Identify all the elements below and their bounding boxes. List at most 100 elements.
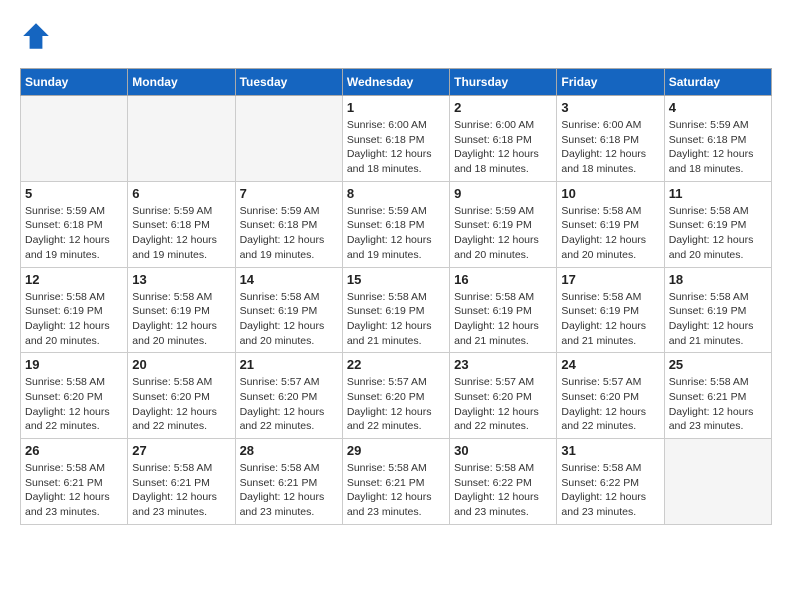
calendar-header-friday: Friday bbox=[557, 69, 664, 96]
day-number: 25 bbox=[669, 357, 767, 372]
calendar-header-thursday: Thursday bbox=[450, 69, 557, 96]
day-number: 8 bbox=[347, 186, 445, 201]
day-number: 27 bbox=[132, 443, 230, 458]
day-number: 26 bbox=[25, 443, 123, 458]
calendar-header-tuesday: Tuesday bbox=[235, 69, 342, 96]
day-info: Sunrise: 5:57 AM Sunset: 6:20 PM Dayligh… bbox=[454, 375, 552, 434]
day-number: 20 bbox=[132, 357, 230, 372]
day-info: Sunrise: 5:59 AM Sunset: 6:18 PM Dayligh… bbox=[347, 204, 445, 263]
day-info: Sunrise: 5:58 AM Sunset: 6:22 PM Dayligh… bbox=[454, 461, 552, 520]
day-number: 22 bbox=[347, 357, 445, 372]
day-info: Sunrise: 5:58 AM Sunset: 6:21 PM Dayligh… bbox=[132, 461, 230, 520]
day-number: 13 bbox=[132, 272, 230, 287]
day-info: Sunrise: 5:58 AM Sunset: 6:21 PM Dayligh… bbox=[25, 461, 123, 520]
day-info: Sunrise: 5:58 AM Sunset: 6:19 PM Dayligh… bbox=[561, 290, 659, 349]
calendar-cell bbox=[664, 439, 771, 525]
calendar-cell: 3 Sunrise: 6:00 AM Sunset: 6:18 PM Daylig… bbox=[557, 96, 664, 182]
day-number: 29 bbox=[347, 443, 445, 458]
day-info: Sunrise: 5:57 AM Sunset: 6:20 PM Dayligh… bbox=[240, 375, 338, 434]
day-number: 30 bbox=[454, 443, 552, 458]
calendar-cell: 27 Sunrise: 5:58 AM Sunset: 6:21 PM Dayli… bbox=[128, 439, 235, 525]
calendar-header-saturday: Saturday bbox=[664, 69, 771, 96]
calendar-cell: 6Sunrise: 5:59 AM Sunset: 6:18 PM Daylig… bbox=[128, 181, 235, 267]
day-info: Sunrise: 5:58 AM Sunset: 6:21 PM Dayligh… bbox=[347, 461, 445, 520]
calendar-cell: 24Sunrise: 5:57 AM Sunset: 6:20 PM Dayli… bbox=[557, 353, 664, 439]
calendar-cell: 18Sunrise: 5:58 AM Sunset: 6:19 PM Dayli… bbox=[664, 267, 771, 353]
day-number: 5 bbox=[25, 186, 123, 201]
calendar-week-row: 5 Sunrise: 5:59 AM Sunset: 6:18 PM Daylig… bbox=[21, 181, 772, 267]
calendar-cell bbox=[21, 96, 128, 182]
calendar-cell: 13 Sunrise: 5:58 AM Sunset: 6:19 PM Dayli… bbox=[128, 267, 235, 353]
day-number: 4 bbox=[669, 100, 767, 115]
day-info: Sunrise: 5:58 AM Sunset: 6:19 PM Dayligh… bbox=[25, 290, 123, 349]
day-number: 14 bbox=[240, 272, 338, 287]
calendar-cell: 21 Sunrise: 5:57 AM Sunset: 6:20 PM Dayli… bbox=[235, 353, 342, 439]
day-info: Sunrise: 5:58 AM Sunset: 6:22 PM Dayligh… bbox=[561, 461, 659, 520]
day-number: 15 bbox=[347, 272, 445, 287]
day-info: Sunrise: 5:58 AM Sunset: 6:21 PM Dayligh… bbox=[240, 461, 338, 520]
calendar-header-wednesday: Wednesday bbox=[342, 69, 449, 96]
day-info: Sunrise: 5:58 AM Sunset: 6:19 PM Dayligh… bbox=[347, 290, 445, 349]
day-number: 9 bbox=[454, 186, 552, 201]
calendar-cell: 31 Sunrise: 5:58 AM Sunset: 6:22 PM Dayli… bbox=[557, 439, 664, 525]
calendar-cell: 5 Sunrise: 5:59 AM Sunset: 6:18 PM Daylig… bbox=[21, 181, 128, 267]
calendar-cell: 14 Sunrise: 5:58 AM Sunset: 6:19 PM Dayli… bbox=[235, 267, 342, 353]
page-header bbox=[20, 20, 772, 52]
calendar-week-row: 19 Sunrise: 5:58 AM Sunset: 6:20 PM Dayli… bbox=[21, 353, 772, 439]
day-number: 12 bbox=[25, 272, 123, 287]
logo bbox=[20, 20, 56, 52]
day-info: Sunrise: 5:59 AM Sunset: 6:18 PM Dayligh… bbox=[669, 118, 767, 177]
calendar-cell: 8 Sunrise: 5:59 AM Sunset: 6:18 PM Daylig… bbox=[342, 181, 449, 267]
day-info: Sunrise: 5:58 AM Sunset: 6:19 PM Dayligh… bbox=[454, 290, 552, 349]
day-info: Sunrise: 5:59 AM Sunset: 6:18 PM Dayligh… bbox=[240, 204, 338, 263]
calendar-week-row: 1Sunrise: 6:00 AM Sunset: 6:18 PM Daylig… bbox=[21, 96, 772, 182]
day-info: Sunrise: 5:58 AM Sunset: 6:20 PM Dayligh… bbox=[25, 375, 123, 434]
calendar-header-row: SundayMondayTuesdayWednesdayThursdayFrid… bbox=[21, 69, 772, 96]
calendar-cell: 15 Sunrise: 5:58 AM Sunset: 6:19 PM Dayli… bbox=[342, 267, 449, 353]
day-info: Sunrise: 5:58 AM Sunset: 6:19 PM Dayligh… bbox=[240, 290, 338, 349]
calendar-week-row: 12 Sunrise: 5:58 AM Sunset: 6:19 PM Dayli… bbox=[21, 267, 772, 353]
day-number: 21 bbox=[240, 357, 338, 372]
calendar-table: SundayMondayTuesdayWednesdayThursdayFrid… bbox=[20, 68, 772, 525]
calendar-week-row: 26 Sunrise: 5:58 AM Sunset: 6:21 PM Dayli… bbox=[21, 439, 772, 525]
calendar-header-sunday: Sunday bbox=[21, 69, 128, 96]
calendar-cell: 29 Sunrise: 5:58 AM Sunset: 6:21 PM Dayli… bbox=[342, 439, 449, 525]
day-info: Sunrise: 5:57 AM Sunset: 6:20 PM Dayligh… bbox=[347, 375, 445, 434]
day-number: 16 bbox=[454, 272, 552, 287]
calendar-cell bbox=[128, 96, 235, 182]
day-number: 3 bbox=[561, 100, 659, 115]
day-info: Sunrise: 5:59 AM Sunset: 6:18 PM Dayligh… bbox=[25, 204, 123, 263]
day-number: 10 bbox=[561, 186, 659, 201]
calendar-cell: 1Sunrise: 6:00 AM Sunset: 6:18 PM Daylig… bbox=[342, 96, 449, 182]
day-number: 28 bbox=[240, 443, 338, 458]
calendar-cell: 20 Sunrise: 5:58 AM Sunset: 6:20 PM Dayli… bbox=[128, 353, 235, 439]
day-info: Sunrise: 5:58 AM Sunset: 6:19 PM Dayligh… bbox=[561, 204, 659, 263]
calendar-cell: 17 Sunrise: 5:58 AM Sunset: 6:19 PM Dayli… bbox=[557, 267, 664, 353]
day-info: Sunrise: 6:00 AM Sunset: 6:18 PM Dayligh… bbox=[347, 118, 445, 177]
day-number: 24 bbox=[561, 357, 659, 372]
day-info: Sunrise: 5:58 AM Sunset: 6:20 PM Dayligh… bbox=[132, 375, 230, 434]
calendar-cell: 19 Sunrise: 5:58 AM Sunset: 6:20 PM Dayli… bbox=[21, 353, 128, 439]
calendar-cell: 23 Sunrise: 5:57 AM Sunset: 6:20 PM Dayli… bbox=[450, 353, 557, 439]
day-info: Sunrise: 6:00 AM Sunset: 6:18 PM Dayligh… bbox=[561, 118, 659, 177]
day-number: 11 bbox=[669, 186, 767, 201]
calendar-cell: 26 Sunrise: 5:58 AM Sunset: 6:21 PM Dayli… bbox=[21, 439, 128, 525]
day-number: 6 bbox=[132, 186, 230, 201]
day-number: 2 bbox=[454, 100, 552, 115]
day-info: Sunrise: 5:58 AM Sunset: 6:19 PM Dayligh… bbox=[669, 204, 767, 263]
calendar-cell: 10 Sunrise: 5:58 AM Sunset: 6:19 PM Dayli… bbox=[557, 181, 664, 267]
calendar-cell: 28 Sunrise: 5:58 AM Sunset: 6:21 PM Dayli… bbox=[235, 439, 342, 525]
day-info: Sunrise: 5:58 AM Sunset: 6:19 PM Dayligh… bbox=[132, 290, 230, 349]
day-info: Sunrise: 5:58 AM Sunset: 6:21 PM Dayligh… bbox=[669, 375, 767, 434]
calendar-cell: 30 Sunrise: 5:58 AM Sunset: 6:22 PM Dayli… bbox=[450, 439, 557, 525]
day-number: 19 bbox=[25, 357, 123, 372]
calendar-cell: 16 Sunrise: 5:58 AM Sunset: 6:19 PM Dayli… bbox=[450, 267, 557, 353]
day-number: 17 bbox=[561, 272, 659, 287]
calendar-cell: 9Sunrise: 5:59 AM Sunset: 6:19 PM Daylig… bbox=[450, 181, 557, 267]
day-number: 23 bbox=[454, 357, 552, 372]
calendar-cell: 22 Sunrise: 5:57 AM Sunset: 6:20 PM Dayli… bbox=[342, 353, 449, 439]
logo-icon bbox=[20, 20, 52, 52]
calendar-cell: 11 Sunrise: 5:58 AM Sunset: 6:19 PM Dayli… bbox=[664, 181, 771, 267]
calendar-cell: 12 Sunrise: 5:58 AM Sunset: 6:19 PM Dayli… bbox=[21, 267, 128, 353]
day-number: 31 bbox=[561, 443, 659, 458]
